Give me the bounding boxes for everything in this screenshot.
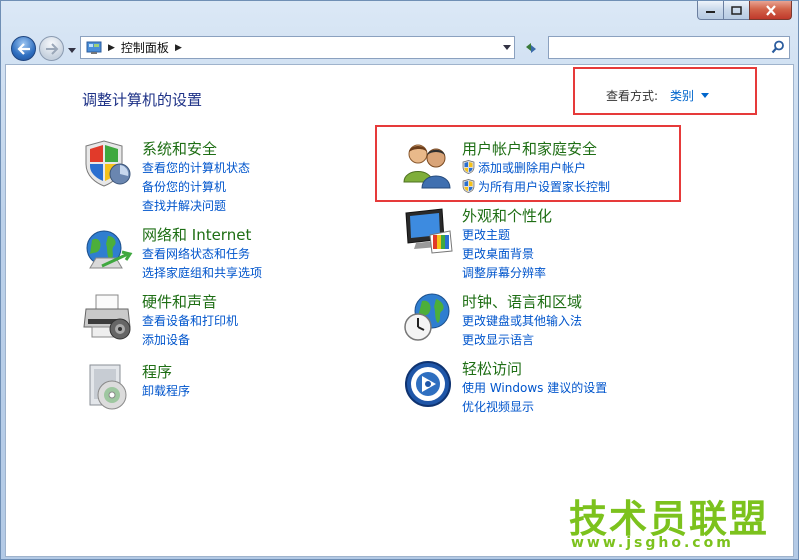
link-change-theme[interactable]: 更改主题 (462, 226, 510, 243)
link-parental-controls[interactable]: 为所有用户设置家长控制 (462, 178, 610, 195)
category-clock-language-region: 时钟、语言和区域 更改键盘或其他输入法 更改显示语言 (402, 291, 672, 351)
shield-icon (85, 140, 131, 187)
link-backup-computer[interactable]: 备份您的计算机 (142, 178, 226, 195)
link-label: 为所有用户设置家长控制 (478, 180, 611, 194)
category-title[interactable]: 程序 (142, 361, 172, 382)
forward-button[interactable] (39, 36, 64, 61)
chevron-down-icon[interactable] (701, 93, 709, 98)
category-title[interactable]: 时钟、语言和区域 (462, 291, 582, 312)
category-hardware-sound: 硬件和声音 查看设备和打印机 添加设备 (82, 291, 342, 351)
uac-shield-icon (462, 160, 475, 174)
link-add-device[interactable]: 添加设备 (142, 331, 190, 348)
category-appearance: 外观和个性化 更改主题 更改桌面背景 调整屏幕分辨率 (402, 205, 672, 280)
uac-shield-icon (462, 179, 475, 193)
watermark-url: www.jsgho.com (571, 535, 734, 551)
printer-icon (83, 294, 131, 340)
category-system-security: 系统和安全 查看您的计算机状态 备份您的计算机 查找并解决问题 (82, 138, 342, 213)
link-view-computer-status[interactable]: 查看您的计算机状态 (142, 159, 250, 176)
breadcrumb-control-panel[interactable]: 控制面板 (121, 39, 169, 56)
refresh-button[interactable] (518, 36, 544, 59)
link-change-display-language[interactable]: 更改显示语言 (462, 331, 534, 348)
category-title[interactable]: 网络和 Internet (142, 224, 251, 245)
minimize-button[interactable] (697, 1, 724, 20)
chevron-down-icon (68, 47, 76, 53)
chevron-down-icon (502, 45, 511, 50)
category-title[interactable]: 外观和个性化 (462, 205, 552, 226)
link-network-status[interactable]: 查看网络状态和任务 (142, 245, 250, 262)
close-button[interactable] (749, 1, 792, 20)
search-icon[interactable] (771, 40, 785, 54)
category-title[interactable]: 系统和安全 (142, 138, 217, 159)
recent-pages-dropdown[interactable] (67, 45, 77, 55)
close-icon (765, 4, 776, 16)
category-ease-of-access: 轻松访问 使用 Windows 建议的设置 优化视频显示 (402, 358, 672, 418)
link-change-desktop-background[interactable]: 更改桌面背景 (462, 245, 534, 262)
control-panel-window: ▶ 控制面板 ▶ 调整计算机的设置 查看方式: 类别 系统和安全 查看您的计算机… (0, 0, 799, 560)
maximize-button[interactable] (723, 1, 750, 20)
link-windows-recommended-settings[interactable]: 使用 Windows 建议的设置 (462, 379, 607, 396)
network-globe-icon (86, 230, 133, 269)
link-devices-printers[interactable]: 查看设备和打印机 (142, 312, 238, 329)
search-input[interactable] (553, 38, 767, 59)
category-user-accounts: 用户帐户和家庭安全 添加或删除用户帐户 为所有用户设置家长控制 (402, 138, 672, 198)
highlight-box-view-by (573, 67, 757, 115)
refresh-icon (526, 42, 536, 53)
globe-clock-icon (404, 293, 450, 341)
forward-arrow-icon (45, 42, 58, 55)
category-programs: 程序 卸载程序 (82, 361, 342, 411)
back-button[interactable] (11, 36, 36, 61)
link-label: 添加或删除用户帐户 (478, 161, 587, 175)
maximize-icon (731, 5, 742, 15)
link-change-keyboard[interactable]: 更改键盘或其他输入法 (462, 312, 582, 329)
programs-icon (89, 364, 127, 410)
category-title[interactable]: 用户帐户和家庭安全 (462, 138, 597, 159)
search-box[interactable] (548, 36, 790, 59)
category-title[interactable]: 轻松访问 (462, 358, 522, 379)
content-pane: 调整计算机的设置 查看方式: 类别 系统和安全 查看您的计算机状态 备份您的计算… (5, 64, 794, 557)
link-troubleshoot[interactable]: 查找并解决问题 (142, 197, 226, 214)
link-homegroup[interactable]: 选择家庭组和共享选项 (142, 264, 262, 281)
navigation-bar: ▶ 控制面板 ▶ (1, 31, 798, 63)
view-by-dropdown[interactable]: 类别 (670, 87, 694, 104)
address-bar[interactable]: ▶ 控制面板 ▶ (80, 36, 515, 59)
breadcrumb-separator[interactable]: ▶ (175, 43, 182, 53)
ease-of-access-icon (405, 361, 451, 407)
title-bar[interactable] (1, 1, 798, 31)
address-dropdown[interactable] (499, 36, 514, 59)
category-title[interactable]: 硬件和声音 (142, 291, 217, 312)
window-controls (697, 1, 792, 20)
link-uninstall-program[interactable]: 卸载程序 (142, 382, 190, 399)
link-optimize-visual-display[interactable]: 优化视频显示 (462, 398, 534, 415)
view-by-label: 查看方式: (606, 89, 659, 103)
breadcrumb-separator[interactable]: ▶ (108, 43, 115, 53)
control-panel-icon (86, 41, 102, 54)
monitor-palette-icon (405, 208, 453, 254)
back-arrow-icon (16, 42, 30, 55)
link-adjust-resolution[interactable]: 调整屏幕分辨率 (462, 264, 546, 281)
users-icon (403, 144, 451, 189)
link-add-remove-accounts[interactable]: 添加或删除用户帐户 (462, 159, 586, 176)
minimize-icon (706, 11, 715, 13)
page-title: 调整计算机的设置 (82, 91, 203, 109)
category-network-internet: 网络和 Internet 查看网络状态和任务 选择家庭组和共享选项 (82, 224, 342, 284)
